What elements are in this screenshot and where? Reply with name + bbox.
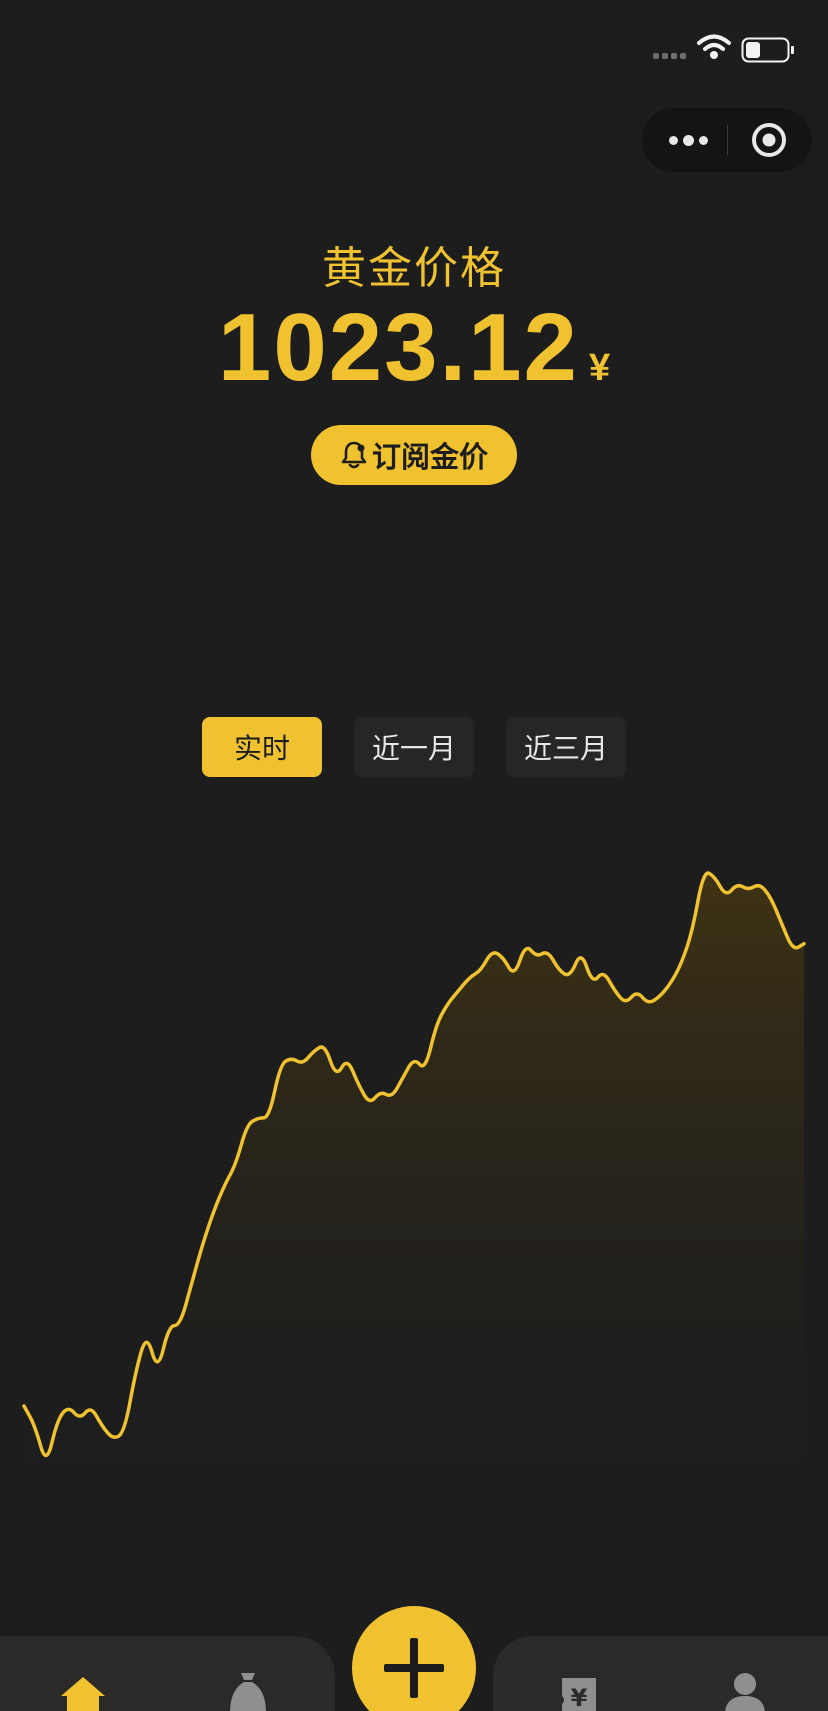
currency-symbol: ¥ xyxy=(588,347,611,389)
page-title: 黄金价格 xyxy=(322,243,506,294)
subscribe-price-button[interactable]: 订阅金价 xyxy=(311,425,517,485)
bell-icon xyxy=(341,441,367,469)
signal-icon xyxy=(653,53,686,59)
add-button[interactable] xyxy=(352,1606,476,1711)
gold-price: 1023.12 xyxy=(217,294,579,401)
svg-text:¥: ¥ xyxy=(571,1684,588,1711)
subscribe-label: 订阅金价 xyxy=(371,440,488,474)
capsule-divider xyxy=(727,125,728,155)
bottom-nav-right: ¥ xyxy=(493,1636,828,1711)
tab-last-month[interactable]: 近一月 xyxy=(354,717,474,777)
battery-icon xyxy=(741,37,794,63)
home-icon[interactable] xyxy=(58,1674,108,1711)
wifi-icon xyxy=(697,34,731,59)
tab-realtime[interactable]: 实时 xyxy=(202,717,322,777)
tab-last-three-months[interactable]: 近三月 xyxy=(506,717,626,777)
close-miniprogram-icon[interactable] xyxy=(751,122,787,158)
capsule-menu xyxy=(642,108,812,172)
money-bag-icon[interactable] xyxy=(226,1670,270,1711)
status-bar xyxy=(0,0,828,100)
screen: 黄金价格 1023.12 ¥ 订阅金价 实时 近一月 近三月 ¥ xyxy=(0,0,828,1711)
chart-area xyxy=(24,873,804,1540)
price-display: 1023.12 ¥ xyxy=(0,300,828,396)
more-icon[interactable] xyxy=(662,108,732,172)
price-chart xyxy=(22,871,806,1540)
bottom-nav-left xyxy=(0,1636,335,1711)
user-icon[interactable] xyxy=(723,1672,767,1711)
bill-icon[interactable]: ¥ xyxy=(558,1676,600,1711)
